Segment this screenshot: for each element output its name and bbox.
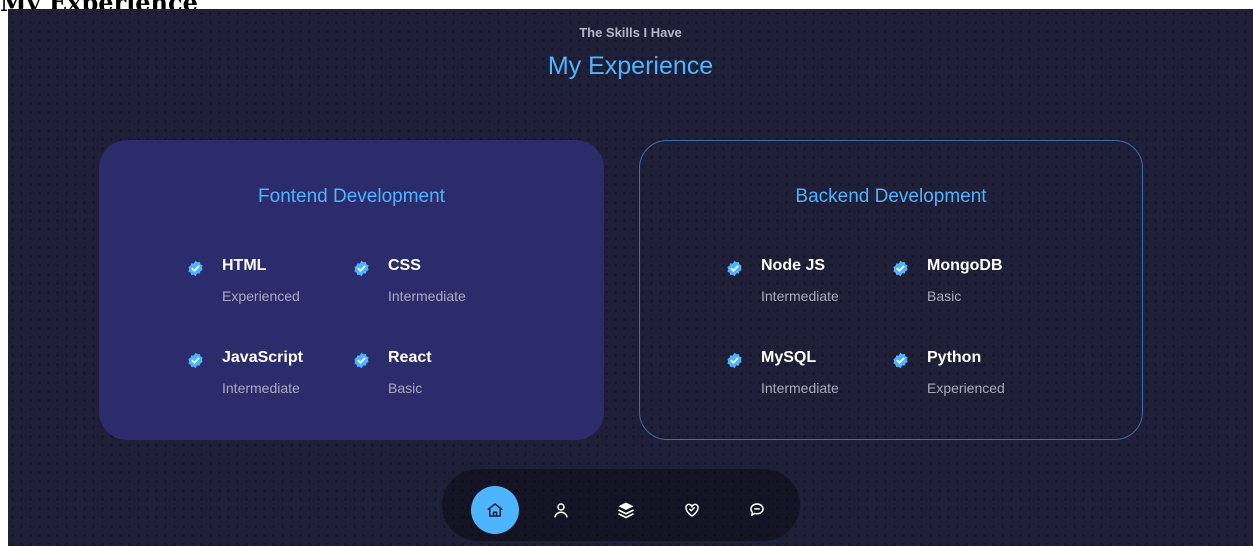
skill-name: MongoDB — [927, 257, 1003, 274]
verified-check-icon — [188, 352, 203, 369]
skill-level: Experienced — [222, 288, 300, 304]
skill-name: Node JS — [761, 257, 826, 274]
nav-experience[interactable] — [602, 486, 650, 534]
nav-home[interactable] — [471, 486, 519, 534]
skill-level: Basic — [388, 380, 423, 396]
verified-check-icon — [354, 260, 369, 277]
bottom-nav — [442, 469, 800, 541]
skill-name: JavaScript — [222, 349, 303, 366]
verified-check-icon — [893, 352, 908, 369]
skill-level: Experienced — [927, 380, 1005, 396]
verified-check-icon — [893, 260, 908, 277]
skill-name: CSS — [388, 257, 421, 274]
skill-level: Intermediate — [761, 380, 839, 396]
verified-check-icon — [727, 260, 742, 277]
section-subtitle: The Skills I Have — [579, 25, 682, 40]
skill-level: Intermediate — [222, 380, 300, 396]
user-icon — [554, 503, 568, 518]
layers-icon — [618, 502, 634, 519]
nav-about[interactable] — [537, 486, 585, 534]
message-icon — [750, 503, 764, 516]
frontend-card-title: Fontend Development — [258, 186, 445, 207]
frontend-card: Fontend Development HTML Experienced CSS… — [99, 140, 604, 440]
verified-check-icon — [188, 260, 203, 277]
verified-check-icon — [727, 352, 742, 369]
skill-name: React — [388, 349, 432, 366]
skill-level: Basic — [927, 288, 962, 304]
skill-name: HTML — [222, 257, 267, 274]
verified-check-icon — [354, 352, 369, 369]
experience-section: The Skills I Have My Experience Fontend … — [8, 9, 1253, 546]
backend-card: Backend Development Node JS Intermediate… — [639, 140, 1143, 440]
home-icon — [487, 503, 503, 517]
skill-name: MySQL — [761, 349, 817, 366]
skill-level: Intermediate — [388, 288, 466, 304]
skill-name: Python — [927, 349, 982, 366]
skill-level: Intermediate — [761, 288, 839, 304]
nav-services[interactable] — [668, 486, 716, 534]
nav-contact[interactable] — [733, 486, 781, 534]
section-title: My Experience — [547, 52, 714, 80]
heart-handshake-icon — [685, 503, 699, 517]
backend-card-title: Backend Development — [795, 186, 987, 207]
